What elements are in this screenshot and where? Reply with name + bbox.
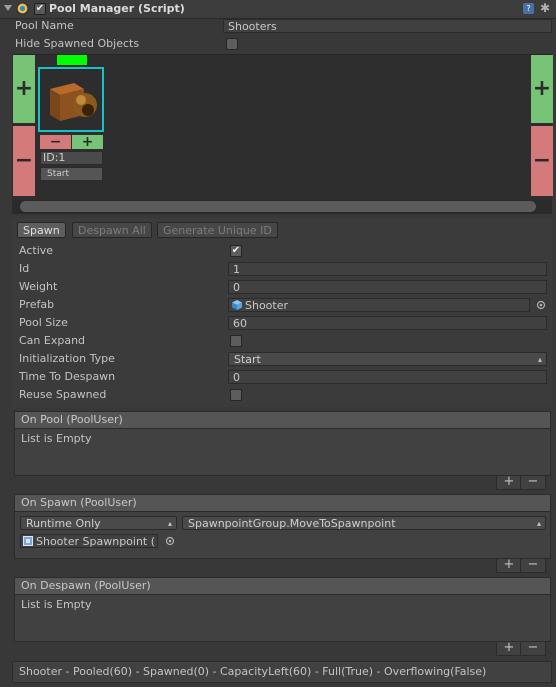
on-spawn-event-title: On Spawn (PoolUser)	[15, 495, 550, 512]
reuse-spawned-checkbox[interactable]	[230, 389, 242, 401]
active-label: Active	[19, 244, 54, 257]
runtime-mode-value: Runtime Only	[26, 517, 101, 530]
remove-pool-left-button[interactable]: −	[13, 126, 35, 196]
component-title: Pool Manager (Script)	[49, 2, 185, 15]
add-pool-left-button[interactable]: +	[13, 55, 35, 123]
event-target-object-field[interactable]: Shooter Spawnpoint (	[20, 534, 158, 548]
component-enabled-checkbox[interactable]: ✔	[34, 3, 46, 15]
prefab-cube-icon	[232, 300, 242, 310]
weight-label: Weight	[19, 280, 58, 293]
gameobject-icon	[23, 536, 33, 546]
despawn-all-button[interactable]: Despawn All	[72, 222, 152, 238]
object-picker-icon[interactable]	[165, 536, 175, 546]
pool-name-input[interactable]: Shooters	[223, 19, 552, 33]
pool-status-text: Shooter - Pooled(60) - Spawned(0) - Capa…	[12, 661, 552, 683]
initialization-type-dropdown[interactable]: Start ▴	[228, 352, 547, 366]
reuse-spawned-label: Reuse Spawned	[19, 388, 107, 401]
pool-item-id-label: ID:1	[40, 151, 103, 165]
remove-pool-right-button[interactable]: −	[531, 126, 553, 196]
on-pool-empty-text: List is Empty	[21, 432, 92, 445]
generate-unique-id-button[interactable]: Generate Unique ID	[157, 222, 278, 238]
on-pool-event-title: On Pool (PoolUser)	[15, 412, 550, 429]
on-despawn-add-button[interactable]: +	[496, 641, 522, 656]
weight-input[interactable]: 0	[228, 280, 547, 294]
pool-size-input[interactable]: 60	[228, 316, 547, 330]
pool-name-label: Pool Name	[15, 19, 74, 32]
spawn-button[interactable]: Spawn	[17, 222, 66, 238]
scrollbar-thumb[interactable]	[20, 201, 536, 212]
event-method-dropdown[interactable]: SpawnpointGroup.MoveToSpawnpoint ▴	[182, 516, 546, 530]
pool-item-increment-button[interactable]: +	[72, 135, 103, 149]
on-spawn-remove-button[interactable]: −	[520, 558, 546, 573]
dropdown-arrows-icon: ▴	[536, 519, 541, 528]
active-pool-indicator	[57, 55, 87, 65]
on-pool-event-box: On Pool (PoolUser) List is Empty	[14, 411, 551, 476]
prefab-label: Prefab	[19, 298, 55, 311]
hide-spawned-label: Hide Spawned Objects	[15, 37, 140, 50]
component-header: ✔ Pool Manager (Script) ? ✱	[0, 0, 556, 19]
can-expand-label: Can Expand	[19, 334, 86, 347]
pool-item-thumbnail[interactable]	[38, 67, 104, 132]
shooter-prefab-icon	[40, 69, 102, 130]
dropdown-arrows-icon: ▴	[167, 519, 172, 528]
on-despawn-event-title: On Despawn (PoolUser)	[15, 578, 550, 595]
pool-size-label: Pool Size	[19, 316, 68, 329]
on-spawn-add-button[interactable]: +	[496, 558, 522, 573]
active-checkbox[interactable]: ✔	[230, 245, 242, 257]
foldout-arrow-icon[interactable]	[4, 5, 12, 11]
initialization-type-label: Initialization Type	[19, 352, 115, 365]
time-to-despawn-input[interactable]: 0	[228, 370, 547, 384]
pool-item-decrement-button[interactable]: −	[40, 135, 71, 149]
id-label: Id	[19, 262, 30, 275]
on-despawn-empty-text: List is Empty	[21, 598, 92, 611]
can-expand-checkbox[interactable]	[230, 335, 242, 347]
help-icon[interactable]: ?	[523, 3, 534, 14]
runtime-mode-dropdown[interactable]: Runtime Only ▴	[20, 516, 177, 530]
on-despawn-event-box: On Despawn (PoolUser) List is Empty	[14, 577, 551, 642]
prefab-object-field[interactable]: Shooter	[228, 298, 530, 312]
id-input[interactable]: 1	[228, 262, 547, 276]
dropdown-arrows-icon: ▴	[537, 355, 542, 364]
object-picker-icon[interactable]	[536, 300, 546, 310]
pool-item-start-label: Start	[40, 167, 103, 181]
gear-icon[interactable]: ✱	[540, 1, 550, 15]
add-pool-right-button[interactable]: +	[531, 55, 553, 123]
script-icon	[16, 2, 29, 15]
on-pool-remove-button[interactable]: −	[520, 475, 546, 490]
hide-spawned-checkbox[interactable]	[226, 38, 238, 50]
on-pool-add-button[interactable]: +	[496, 475, 522, 490]
event-method-value: SpawnpointGroup.MoveToSpawnpoint	[188, 517, 396, 530]
time-to-despawn-label: Time To Despawn	[19, 370, 116, 383]
initialization-type-value: Start	[234, 353, 261, 366]
on-despawn-remove-button[interactable]: −	[520, 641, 546, 656]
